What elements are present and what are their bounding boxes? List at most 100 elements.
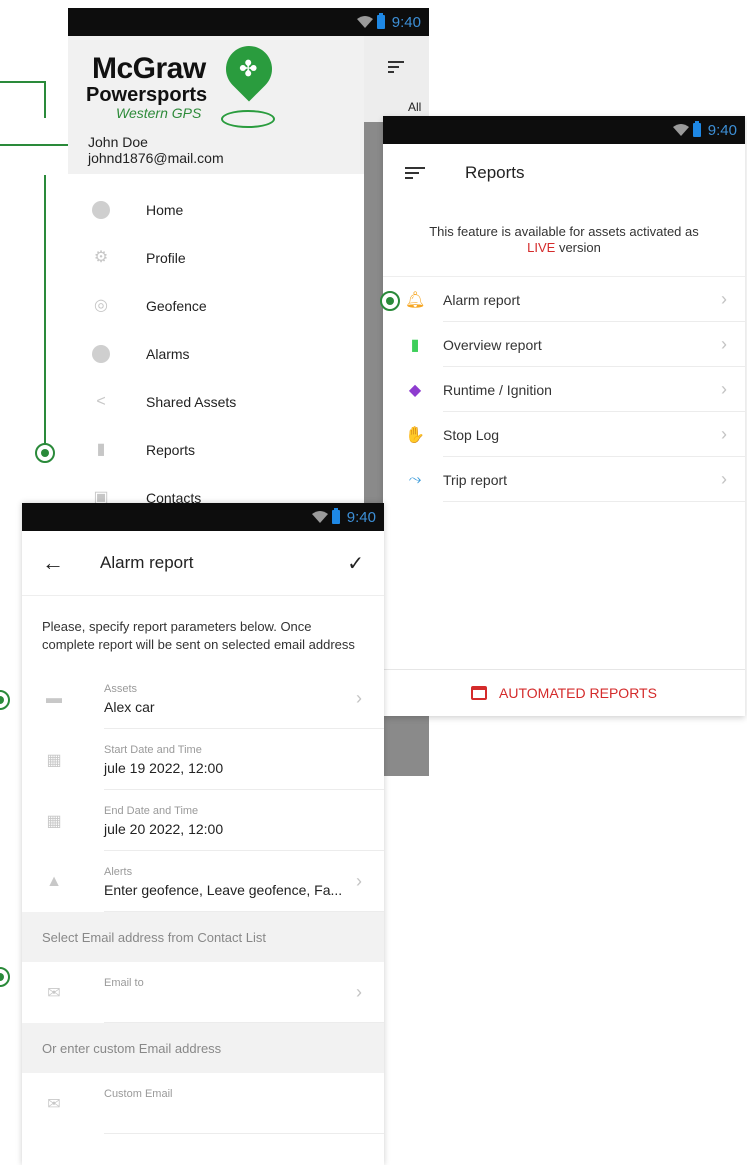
chevron-right-icon: › xyxy=(721,334,727,354)
field-value xyxy=(104,1104,384,1120)
automated-reports-button[interactable]: AUTOMATED REPORTS xyxy=(383,669,745,716)
report-item-trip[interactable]: ⤳ Trip report › xyxy=(383,457,745,502)
report-list: 🔔︎ Alarm report › ▮ Overview report › ◆ … xyxy=(383,276,745,502)
wifi-icon xyxy=(311,511,328,523)
status-time: 9:40 xyxy=(346,508,376,526)
chevron-right-icon: › xyxy=(356,688,362,708)
contact-list-section: Select Email address from Contact List xyxy=(22,912,384,962)
field-caption: Alerts xyxy=(104,865,133,878)
report-item-runtime[interactable]: ◆ Runtime / Ignition › xyxy=(383,367,745,412)
bell-icon: 🔔︎ xyxy=(405,291,426,309)
status-time: 9:40 xyxy=(707,121,737,139)
chevron-right-icon: › xyxy=(721,289,727,309)
menu-item-home[interactable]: Home xyxy=(68,186,364,234)
live-notice: This feature is available for assets act… xyxy=(383,224,745,256)
email-to-field[interactable]: ✉ Email to › xyxy=(22,962,384,1023)
field-caption: Email to xyxy=(104,976,144,989)
callout-dot xyxy=(380,291,400,311)
gear-icon: ⚙ xyxy=(93,249,109,266)
callout-dot xyxy=(0,690,10,710)
field-value: Enter geofence, Leave geofence, Fa... xyxy=(104,881,343,898)
battery-icon xyxy=(331,508,340,524)
custom-email-section: Or enter custom Email address xyxy=(22,1023,384,1073)
menu-item-label: Reports xyxy=(146,442,196,458)
menu-item-label: Alarms xyxy=(146,346,190,362)
chevron-right-icon: › xyxy=(721,469,727,489)
chevron-right-icon: › xyxy=(721,379,727,399)
assets-field[interactable]: ▬ Assets Alex car › xyxy=(22,668,384,729)
live-label: LIVE xyxy=(527,240,556,255)
bell-icon: ▲ xyxy=(46,872,62,890)
mail-icon: ✉ xyxy=(47,1095,61,1113)
user-email: johnd1876@mail.com xyxy=(88,150,224,166)
field-caption: End Date and Time xyxy=(104,804,199,817)
logo-text: Western GPS xyxy=(116,105,202,121)
calendar-icon: ▦ xyxy=(46,751,62,769)
menu-item-alarms[interactable]: Alarms xyxy=(68,330,364,378)
start-date-field[interactable]: ▦ Start Date and Time jule 19 2022, 12:0… xyxy=(22,729,384,790)
menu-item-label: Profile xyxy=(146,250,186,266)
report-item-alarm[interactable]: 🔔︎ Alarm report › xyxy=(383,277,745,322)
reports-screen: 9:40 Reports This feature is available f… xyxy=(383,116,745,716)
field-value xyxy=(104,993,356,1009)
status-time: 9:40 xyxy=(391,13,421,31)
alerts-field[interactable]: ▲ Alerts Enter geofence, Leave geofence,… xyxy=(22,851,384,912)
status-bar: 9:40 xyxy=(68,8,429,36)
toolbar: Reports xyxy=(383,144,745,202)
page-title: Alarm report xyxy=(100,553,194,572)
notice-text: This feature is available for assets act… xyxy=(429,224,699,239)
custom-email-field[interactable]: ✉ Custom Email xyxy=(22,1073,384,1134)
wifi-icon xyxy=(672,124,689,136)
field-value: jule 20 2022, 12:00 xyxy=(104,820,224,837)
wifi-icon xyxy=(356,16,373,28)
field-caption: Start Date and Time xyxy=(104,743,202,756)
status-bar: 9:40 xyxy=(22,503,384,531)
menu-item-shared-assets[interactable]: < Shared Assets xyxy=(68,378,364,426)
car-icon: ▬ xyxy=(46,689,62,707)
end-date-field[interactable]: ▦ End Date and Time jule 20 2022, 12:00 xyxy=(22,790,384,851)
ignition-icon: ◆ xyxy=(408,381,422,399)
mail-icon: ✉ xyxy=(47,984,61,1002)
notice-suffix: version xyxy=(558,240,601,255)
field-caption: Custom Email xyxy=(104,1087,173,1100)
drawer-menu: Home ⚙ Profile ◎ Geofence Alarms < Share… xyxy=(68,186,364,522)
logo-text: McGraw xyxy=(92,52,206,85)
field-caption: Assets xyxy=(104,682,138,695)
geofence-icon: ◎ xyxy=(94,297,108,314)
report-item-label: Overview report xyxy=(443,336,542,353)
logo-ring xyxy=(221,110,275,128)
menu-icon[interactable] xyxy=(405,164,425,182)
drawer-header: McGraw Powersports Western GPS ✤ John Do… xyxy=(68,36,364,174)
menu-item-profile[interactable]: ⚙ Profile xyxy=(68,234,364,282)
menu-icon[interactable] xyxy=(388,58,404,76)
clover-icon: ✤ xyxy=(239,56,258,81)
hand-icon: ✋ xyxy=(405,426,425,444)
report-item-overview[interactable]: ▮ Overview report › xyxy=(383,322,745,367)
battery-icon xyxy=(376,13,385,29)
callout-line xyxy=(44,81,46,118)
page-title: Reports xyxy=(465,163,525,182)
chevron-right-icon: › xyxy=(356,982,362,1002)
menu-item-geofence[interactable]: ◎ Geofence xyxy=(68,282,364,330)
chevron-right-icon: › xyxy=(721,424,727,444)
report-item-stop-log[interactable]: ✋ Stop Log › xyxy=(383,412,745,457)
callout-line xyxy=(0,81,46,83)
alarm-report-screen: 9:40 ← Alarm report ✓ Please, specify re… xyxy=(22,503,384,1165)
calendar-icon: ▦ xyxy=(46,812,62,830)
battery-icon xyxy=(692,121,701,137)
logo-text: Powersports xyxy=(86,84,208,106)
back-arrow-icon[interactable]: ← xyxy=(42,550,64,576)
menu-item-reports[interactable]: ▮ Reports xyxy=(68,426,364,474)
menu-item-label: Geofence xyxy=(146,298,207,314)
status-bar: 9:40 xyxy=(383,116,745,144)
check-icon[interactable]: ✓ xyxy=(347,551,364,576)
report-item-label: Stop Log xyxy=(443,426,500,443)
report-item-label: Runtime / Ignition xyxy=(443,381,552,398)
calendar-icon xyxy=(471,686,488,700)
description: Please, specify report parameters below.… xyxy=(42,619,355,652)
toolbar: ← Alarm report ✓ xyxy=(22,531,384,596)
share-icon: < xyxy=(96,393,106,410)
chevron-right-icon: › xyxy=(356,871,362,891)
callout-line xyxy=(44,175,46,445)
document-icon: ▮ xyxy=(410,336,420,354)
